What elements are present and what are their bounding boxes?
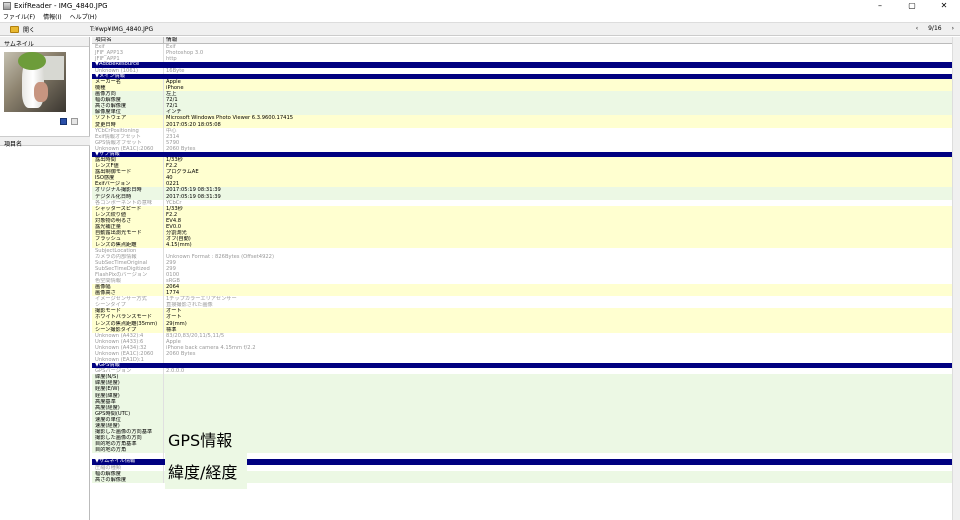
menu-info[interactable]: 情報(I) xyxy=(43,12,61,21)
folder-icon xyxy=(10,25,19,33)
row-value: 2017:05:19 08:31:39 xyxy=(164,453,952,459)
menu-file[interactable]: ファイル(F) xyxy=(3,12,35,21)
thumbnail-header: サムネイル xyxy=(0,37,89,48)
window-controls: – ▢ ✕ xyxy=(864,0,960,11)
menu-bar: ファイル(F) 情報(I) ヘルプ(H) xyxy=(0,11,960,21)
column-item-name[interactable]: 項目名 xyxy=(92,37,164,43)
row-value xyxy=(164,357,952,363)
column-info[interactable]: 情報 xyxy=(164,37,952,43)
properties-icon[interactable] xyxy=(71,118,78,125)
close-icon[interactable]: ✕ xyxy=(928,0,960,11)
save-icon[interactable] xyxy=(60,118,67,125)
toolbar: 開く T:¥wp¥IMG_4840.JPG ‹ 9/16 › xyxy=(0,22,960,36)
row-key: JFIF_APP1 xyxy=(92,56,164,63)
items-header: 項目名 xyxy=(0,136,90,148)
row-key xyxy=(92,453,164,460)
table-row[interactable]: Unknown (EA1C):2060 2060 Bytes xyxy=(92,145,952,152)
row-key: Unknown (EA1D):1 xyxy=(92,356,164,363)
grid-header: 項目名 情報 xyxy=(92,37,952,44)
row-key: Unknown (1061) xyxy=(92,67,164,74)
row-value: 2060 Bytes xyxy=(166,145,196,152)
pager: ‹ 9/16 › xyxy=(916,25,954,32)
row-value: 16Byte xyxy=(166,67,185,74)
open-button[interactable]: 開く xyxy=(10,23,88,35)
row-value: 72/1 xyxy=(164,476,952,483)
prev-icon[interactable]: ‹ xyxy=(916,25,918,32)
gps-overlay-title: GPS情報 xyxy=(168,431,233,450)
table-row[interactable]: Unknown (EA1D):1 xyxy=(92,356,952,363)
maximize-icon[interactable]: ▢ xyxy=(896,0,928,11)
title-bar: ExifReader - IMG_4840.JPG – ▢ ✕ xyxy=(0,0,960,11)
gps-overlay-subtitle: 緯度/経度 xyxy=(168,463,238,482)
row-key: Unknown (EA1C):2060 xyxy=(92,145,164,152)
sidebar: サムネイル 項目名 xyxy=(0,37,90,520)
page-indicator: 9/16 xyxy=(928,25,942,32)
vertical-scrollbar[interactable] xyxy=(952,37,960,520)
table-row[interactable]: Unknown (1061) 16Byte xyxy=(92,67,952,74)
table-row[interactable]: JFIF_APP1 http xyxy=(92,56,952,63)
row-value: http xyxy=(166,56,177,63)
app-icon xyxy=(3,1,11,10)
minimize-icon[interactable]: – xyxy=(864,0,896,11)
window-title: ExifReader - IMG_4840.JPG xyxy=(14,1,108,10)
file-path: T:¥wp¥IMG_4840.JPG xyxy=(90,25,154,33)
gps-overlay: GPS情報 緯度/経度 xyxy=(165,405,247,489)
menu-help[interactable]: ヘルプ(H) xyxy=(70,12,97,21)
thumbnail-image xyxy=(4,52,66,112)
row-key: 高さの解像度 xyxy=(92,476,164,483)
next-icon[interactable]: › xyxy=(952,25,954,32)
open-label: 開く xyxy=(23,26,36,34)
